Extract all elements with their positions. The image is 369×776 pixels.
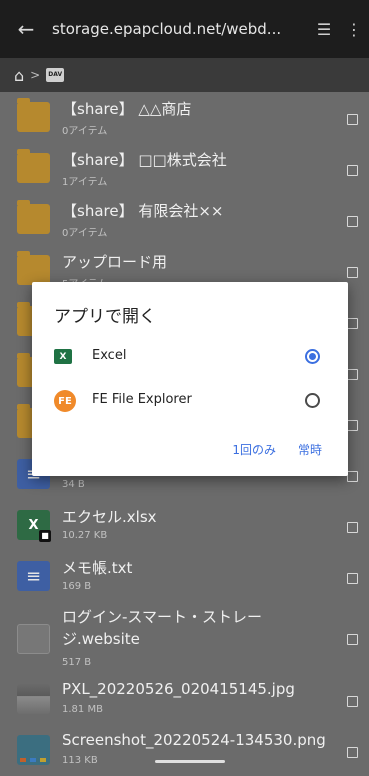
dav-folder-icon[interactable]: DAV	[46, 68, 65, 82]
file-name: 【share】 △△商店	[62, 100, 192, 118]
select-checkbox[interactable]	[347, 634, 358, 645]
select-checkbox[interactable]	[347, 747, 358, 758]
breadcrumb: ⌂ > DAV	[0, 58, 369, 92]
file-name: メモ帳.txt	[62, 559, 133, 577]
website-file-icon	[17, 624, 50, 654]
select-checkbox[interactable]	[347, 696, 358, 707]
list-item[interactable]: 【share】 有限会社×× 0アイテム	[0, 194, 369, 245]
file-meta: 169 B	[62, 581, 92, 592]
url-title: storage.epapcloud.net/webd...	[52, 20, 282, 38]
radio-button[interactable]	[305, 393, 320, 408]
select-checkbox[interactable]	[347, 318, 358, 329]
excel-icon: X	[54, 349, 72, 364]
list-item[interactable]: Screenshot_20220524-134530.png 113 KB	[0, 725, 369, 776]
file-meta: 10.27 KB	[62, 530, 108, 541]
app-option-fe-file-explorer[interactable]: FE FE File Explorer	[32, 382, 348, 422]
file-meta: 0アイテム	[62, 126, 108, 137]
file-meta: 34 B	[62, 479, 85, 490]
gesture-nav-bar[interactable]	[155, 760, 225, 763]
file-name: Screenshot_20220524-134530.png	[62, 731, 326, 749]
home-icon[interactable]: ⌂	[14, 66, 24, 85]
select-checkbox[interactable]	[347, 114, 358, 125]
image-thumbnail-icon	[17, 735, 50, 765]
file-meta: 517 B	[62, 657, 92, 668]
always-button[interactable]: 常時	[298, 441, 322, 458]
dialog-actions: 1回のみ 常時	[232, 441, 322, 458]
select-checkbox[interactable]	[347, 267, 358, 278]
app-option-excel[interactable]: X Excel	[32, 338, 348, 378]
list-item[interactable]: X ■ エクセル.xlsx 10.27 KB	[0, 500, 369, 551]
file-name: 【share】 □□株式会社	[62, 151, 227, 169]
select-checkbox[interactable]	[347, 165, 358, 176]
file-name: エクセル.xlsx	[62, 508, 157, 526]
excel-file-icon: X ■	[17, 510, 51, 542]
folder-icon	[17, 98, 50, 132]
top-app-bar: ← storage.epapcloud.net/webd... ☰ ⋮	[0, 0, 369, 58]
select-checkbox[interactable]	[347, 369, 358, 380]
list-view-icon[interactable]: ☰	[309, 20, 339, 39]
file-meta: 113 KB	[62, 755, 98, 766]
just-once-button[interactable]: 1回のみ	[232, 441, 276, 458]
list-item[interactable]: ログイン-スマート・ストレージ.website 517 B	[0, 602, 369, 674]
select-checkbox[interactable]	[347, 420, 358, 431]
select-checkbox[interactable]	[347, 522, 358, 533]
image-thumbnail-icon	[17, 684, 50, 714]
app-option-label: Excel	[92, 348, 127, 363]
list-item[interactable]: PXL_20220526_020415145.jpg 1.81 MB	[0, 674, 369, 725]
open-with-dialog: アプリで開く X Excel FE FE File Explorer 1回のみ …	[32, 282, 348, 476]
file-name: ログイン-スマート・ストレージ.website	[62, 608, 262, 648]
file-name: アップロード用	[62, 253, 168, 271]
dialog-title: アプリで開く	[54, 307, 156, 327]
radio-button[interactable]	[305, 349, 320, 364]
folder-icon	[17, 251, 50, 285]
text-file-icon: ≡	[17, 561, 50, 591]
app-option-label: FE File Explorer	[92, 392, 192, 407]
folder-icon	[17, 200, 50, 234]
file-meta: 0アイテム	[62, 228, 108, 239]
list-item[interactable]: 【share】 △△商店 0アイテム	[0, 92, 369, 143]
select-checkbox[interactable]	[347, 216, 358, 227]
lock-icon: ■	[39, 530, 51, 542]
list-item[interactable]: ≡ メモ帳.txt 169 B	[0, 551, 369, 602]
fe-file-explorer-icon: FE	[54, 390, 76, 412]
folder-icon	[17, 149, 50, 183]
select-checkbox[interactable]	[347, 573, 358, 584]
file-meta: 1.81 MB	[62, 704, 103, 715]
select-checkbox[interactable]	[347, 471, 358, 482]
file-name: PXL_20220526_020415145.jpg	[62, 680, 295, 698]
more-vert-icon[interactable]: ⋮	[339, 20, 369, 39]
file-name: 【share】 有限会社××	[62, 202, 224, 220]
breadcrumb-separator: >	[30, 68, 41, 82]
arrow-left-icon[interactable]: ←	[0, 17, 52, 41]
list-item[interactable]: 【share】 □□株式会社 1アイテム	[0, 143, 369, 194]
file-meta: 1アイテム	[62, 177, 108, 188]
